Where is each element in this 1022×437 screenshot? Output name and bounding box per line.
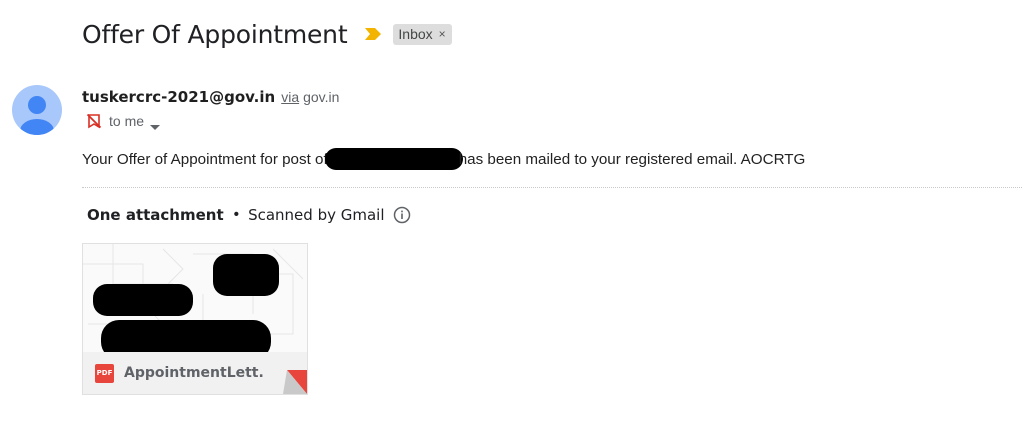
importance-marker-icon[interactable] <box>365 27 382 41</box>
attachment-card[interactable]: PDF AppointmentLett... <box>82 243 308 395</box>
via-domain: gov.in <box>303 89 340 105</box>
sender-email[interactable]: tuskercrc-2021@gov.in <box>82 88 275 106</box>
scan-status: Scanned by Gmail <box>248 206 385 224</box>
attachment-footer: PDF AppointmentLett... <box>83 352 307 394</box>
recipient-row: to me <box>86 113 161 130</box>
attachments-header: One attachment • Scanned by Gmail <box>87 206 411 224</box>
redaction-mark <box>213 254 279 296</box>
info-icon[interactable] <box>393 206 411 224</box>
person-icon <box>20 96 54 135</box>
remove-label-button[interactable]: × <box>439 26 446 43</box>
attachments-divider <box>82 187 1022 188</box>
via-link[interactable]: via <box>281 89 299 105</box>
attachment-file-name: AppointmentLett... <box>124 365 264 381</box>
redaction-mark <box>324 148 463 170</box>
sender-avatar[interactable] <box>12 85 62 135</box>
email-view: Offer Of Appointment Inbox × tuskercrc-2… <box>0 0 1022 437</box>
attachment-thumbnail <box>83 244 307 360</box>
attachment-count: One attachment <box>87 206 224 224</box>
label-chip-text: Inbox <box>398 25 433 42</box>
email-body: Your Offer of Appointment for post of has… <box>82 148 805 170</box>
subject-row: Offer Of Appointment Inbox × <box>82 14 452 54</box>
sender-row: tuskercrc-2021@gov.in via gov.in <box>82 88 339 106</box>
spam-warning-icon <box>86 113 102 129</box>
body-text-start: Your Offer of Appointment for post of <box>82 151 328 168</box>
separator-dot: • <box>233 206 240 223</box>
redaction-mark <box>93 284 193 316</box>
pdf-icon: PDF <box>95 364 114 383</box>
inbox-label-chip[interactable]: Inbox × <box>393 23 452 45</box>
recipient-label: to me <box>109 113 145 129</box>
email-subject: Offer Of Appointment <box>82 19 348 49</box>
page-fold-icon <box>283 370 307 394</box>
body-text-end: has been mailed to your registered email… <box>458 151 806 168</box>
chevron-down-icon[interactable] <box>150 118 161 130</box>
